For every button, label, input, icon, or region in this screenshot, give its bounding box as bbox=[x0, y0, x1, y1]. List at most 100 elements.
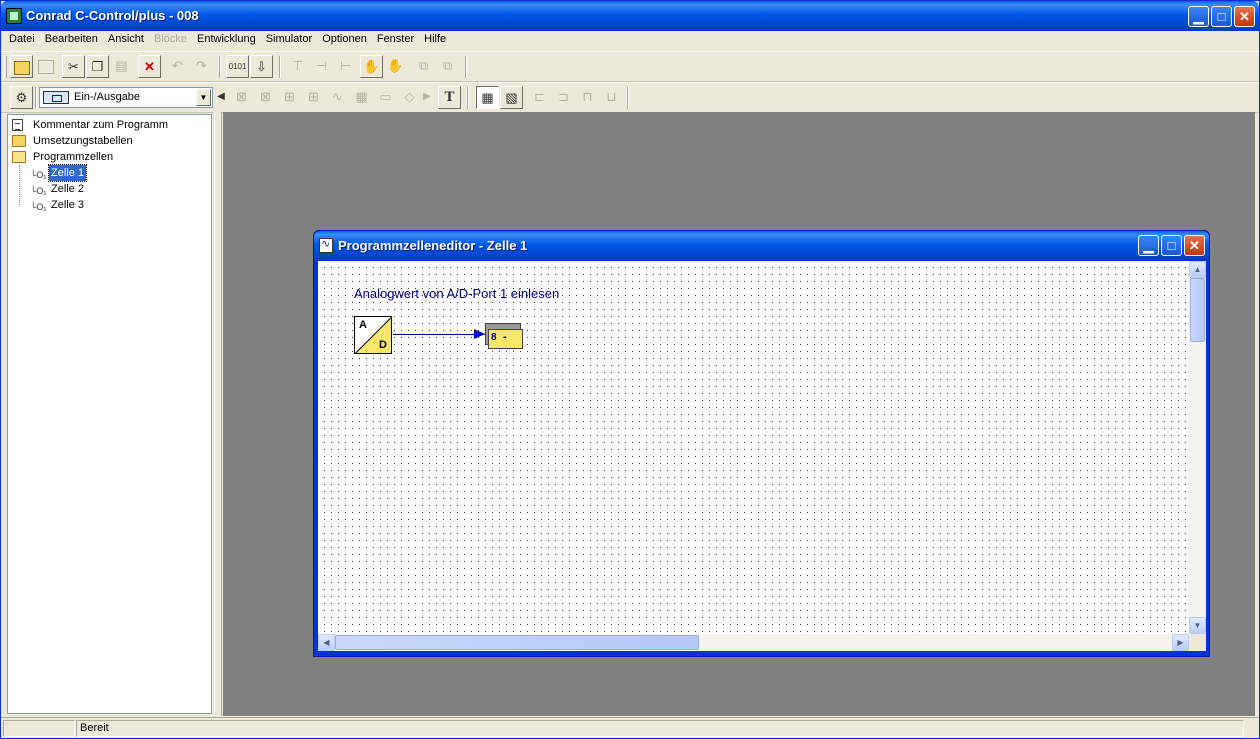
size-grip[interactable] bbox=[1189, 634, 1206, 651]
vertical-scroll-thumb[interactable] bbox=[1190, 278, 1205, 342]
grid-toggle-icon[interactable]: ▦ bbox=[476, 86, 499, 109]
scroll-up-icon[interactable]: ▲ bbox=[1189, 261, 1206, 278]
status-bar: Bereit bbox=[1, 717, 1259, 738]
tree-item-label: Zelle 1 bbox=[47, 164, 88, 182]
ad-converter-block[interactable]: A D bbox=[354, 316, 392, 354]
undo-icon[interactable]: ↶ bbox=[166, 55, 189, 78]
editor-minimize-button[interactable]: ▁ bbox=[1138, 235, 1159, 256]
menu-fenster[interactable]: Fenster bbox=[372, 31, 419, 45]
toolbar-separator bbox=[467, 87, 469, 109]
scroll-right-icon[interactable]: ▶ bbox=[1172, 634, 1189, 651]
block-tool-6-icon[interactable]: ▦ bbox=[350, 86, 373, 109]
main-toolbar: ✂ ❐ ▤ ✕ ↶ ↷ 0101 ⇩ ⊤ ⊣ ⊢ ✋ ✋ ⧉ ⧉ bbox=[1, 51, 1259, 82]
tree-item-label: Kommentar zum Programm bbox=[33, 119, 169, 131]
editor-title-bar[interactable]: Programmzelleneditor - Zelle 1 ▁ □ ✕ bbox=[314, 231, 1209, 260]
toolbar-separator bbox=[219, 56, 221, 78]
grid-snap-icon[interactable]: ▧ bbox=[500, 86, 523, 109]
toolbar-separator bbox=[35, 87, 37, 109]
tree-item-label: Zelle 2 bbox=[51, 183, 85, 195]
text-tool-icon[interactable]: T bbox=[438, 86, 461, 109]
ad-block-input-label: A bbox=[359, 319, 367, 331]
program-cell-icon: └O₁ bbox=[30, 202, 47, 212]
toolbar-separator bbox=[627, 87, 629, 109]
app-icon[interactable] bbox=[6, 8, 22, 24]
block-tool-2-icon[interactable]: ⊠ bbox=[254, 86, 277, 109]
scroll-left-icon[interactable]: ◀ bbox=[216, 86, 226, 109]
connect-tool-4-icon[interactable]: ⊔ bbox=[600, 86, 623, 109]
folder-open-icon bbox=[12, 151, 26, 163]
connect-tool-3-icon[interactable]: ⊓ bbox=[576, 86, 599, 109]
cell-comment[interactable]: Analogwert von A/D-Port 1 einlesen bbox=[354, 286, 559, 301]
scroll-right-icon[interactable]: ▶ bbox=[422, 86, 432, 109]
redo-icon[interactable]: ↷ bbox=[190, 55, 213, 78]
chevron-down-icon[interactable]: ▼ bbox=[196, 89, 211, 106]
block-tool-1-icon[interactable]: ⊠ bbox=[230, 86, 253, 109]
port-output-block[interactable]: 8 - bbox=[485, 323, 523, 350]
download-icon[interactable]: ⇩ bbox=[250, 55, 273, 78]
menu-bearbeiten[interactable]: Bearbeiten bbox=[40, 31, 103, 45]
menu-entwicklung[interactable]: Entwicklung bbox=[192, 31, 261, 45]
block-tool-8-icon[interactable]: ◇ bbox=[398, 86, 421, 109]
editor-close-button[interactable]: ✕ bbox=[1184, 235, 1205, 256]
tree-item-label: Zelle 3 bbox=[51, 199, 85, 211]
copy-icon[interactable]: ❐ bbox=[86, 55, 109, 78]
align-left-icon[interactable]: ⊣ bbox=[310, 55, 333, 78]
close-button[interactable]: ✕ bbox=[1234, 6, 1255, 27]
block-tool-5-icon[interactable]: ∿ bbox=[326, 86, 349, 109]
scroll-down-icon[interactable]: ▼ bbox=[1189, 617, 1206, 634]
bring-front-icon[interactable]: ⧉ bbox=[412, 55, 435, 78]
vertical-scrollbar[interactable]: ▲ ▼ bbox=[1189, 261, 1206, 634]
save-icon[interactable] bbox=[34, 55, 57, 78]
status-text: Bereit bbox=[76, 720, 1244, 737]
menu-simulator[interactable]: Simulator bbox=[261, 31, 317, 45]
tree-item-label: Umsetzungstabellen bbox=[33, 135, 133, 147]
paste-icon[interactable]: ▤ bbox=[110, 55, 133, 78]
block-category-value: Ein-/Ausgabe bbox=[74, 91, 141, 103]
menu-bloecke[interactable]: Blöcke bbox=[149, 31, 192, 45]
editor-maximize-button[interactable]: □ bbox=[1161, 235, 1182, 256]
block-tool-7-icon[interactable]: ▭ bbox=[374, 86, 397, 109]
block-category-select[interactable]: Ein-/Ausgabe ▼ bbox=[39, 87, 213, 108]
toolbar-separator bbox=[465, 56, 467, 78]
send-back-icon[interactable]: ⧉ bbox=[436, 55, 459, 78]
main-window: Conrad C-Control/plus - 008 ▁ □ ✕ Datei B… bbox=[0, 0, 1260, 739]
connection-wire[interactable] bbox=[393, 334, 485, 335]
menu-hilfe[interactable]: Hilfe bbox=[419, 31, 451, 45]
title-bar[interactable]: Conrad C-Control/plus - 008 ▁ □ ✕ bbox=[1, 1, 1259, 31]
status-pane-empty bbox=[3, 720, 75, 737]
tree-item-label: Programmzellen bbox=[33, 151, 114, 163]
horizontal-scroll-thumb[interactable] bbox=[335, 635, 699, 650]
folder-icon bbox=[12, 135, 26, 147]
document-icon bbox=[12, 119, 23, 131]
hand-move-icon[interactable]: ✋ bbox=[384, 55, 407, 78]
cut-icon[interactable]: ✂ bbox=[62, 55, 85, 78]
toolbar-grip[interactable] bbox=[4, 56, 7, 78]
delete-icon[interactable]: ✕ bbox=[138, 55, 161, 78]
editor-icon[interactable] bbox=[319, 237, 333, 253]
menu-ansicht[interactable]: Ansicht bbox=[103, 31, 149, 45]
port-block-number: 8 bbox=[491, 332, 497, 343]
hand-icon[interactable]: ✋ bbox=[360, 55, 383, 78]
minimize-button[interactable]: ▁ bbox=[1188, 6, 1209, 27]
pane-splitter[interactable] bbox=[214, 112, 222, 716]
align-top-icon[interactable]: ⊤ bbox=[286, 55, 309, 78]
program-cell-editor-window: Programmzelleneditor - Zelle 1 ▁ □ ✕ Ana… bbox=[313, 230, 1210, 657]
menu-datei[interactable]: Datei bbox=[1, 31, 40, 45]
block-wizard-icon[interactable]: ⚙ bbox=[10, 86, 33, 109]
block-tool-4-icon[interactable]: ⊞ bbox=[302, 86, 325, 109]
window-title: Conrad C-Control/plus - 008 bbox=[26, 8, 199, 23]
arrow-icon bbox=[474, 329, 485, 339]
program-tree: Kommentar zum Programm Umsetzungstabelle… bbox=[7, 114, 212, 714]
connect-tool-2-icon[interactable]: ⊐ bbox=[552, 86, 575, 109]
open-icon[interactable] bbox=[10, 55, 33, 78]
menu-optionen[interactable]: Optionen bbox=[317, 31, 372, 45]
editor-canvas[interactable]: Analogwert von A/D-Port 1 einlesen A D 8… bbox=[318, 261, 1189, 634]
toolbar-separator bbox=[279, 56, 281, 78]
horizontal-scrollbar[interactable]: ◀ ▶ bbox=[318, 634, 1189, 651]
maximize-button[interactable]: □ bbox=[1211, 6, 1232, 27]
connect-tool-1-icon[interactable]: ⊏ bbox=[528, 86, 551, 109]
block-tool-3-icon[interactable]: ⊞ bbox=[278, 86, 301, 109]
align-right-icon[interactable]: ⊢ bbox=[334, 55, 357, 78]
scroll-left-icon[interactable]: ◀ bbox=[318, 634, 335, 651]
compile-icon[interactable]: 0101 bbox=[226, 55, 249, 78]
